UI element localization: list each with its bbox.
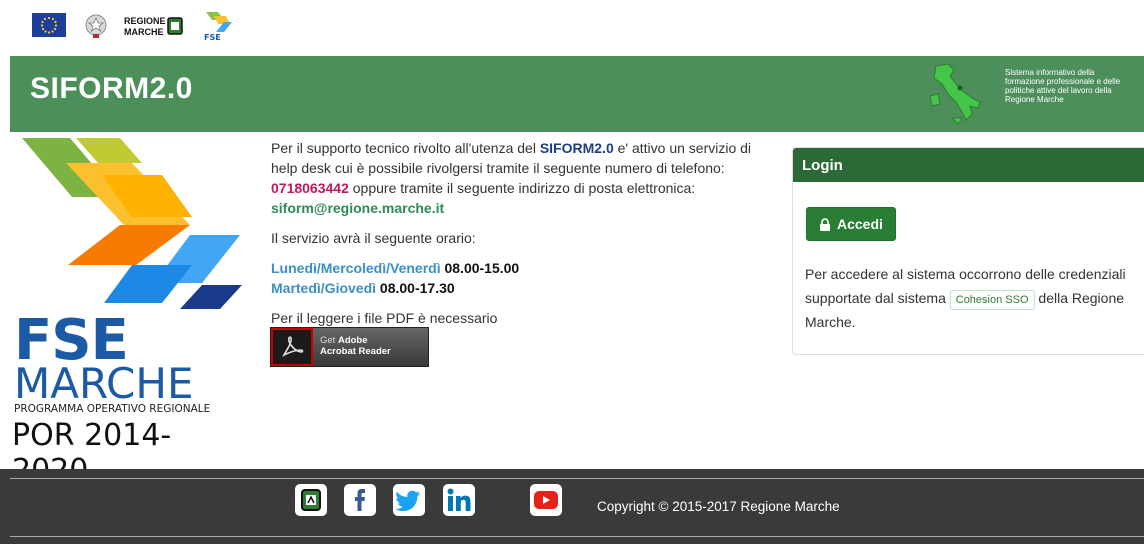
svg-text:MARCHE: MARCHE	[124, 27, 164, 37]
login-description: Per accedere al sistema occorrono delle …	[805, 266, 1126, 330]
helpdesk-paragraph: Per il supporto tecnico rivolto all'uten…	[271, 140, 752, 216]
get-adobe-reader-button[interactable]: Get Adobe Acrobat Reader	[270, 327, 429, 367]
adobe-badge-text: Get Adobe Acrobat Reader	[320, 335, 391, 357]
partner-logos: REGIONE MARCHE FSE	[0, 0, 1144, 56]
header-description: Sistema informativo della formazione pro…	[1005, 68, 1121, 104]
helpdesk-phone: 0718063442	[271, 180, 349, 196]
schedule-intro: Il servizio avrà il seguente orario:	[271, 230, 476, 246]
footer-divider-bottom	[10, 536, 1144, 537]
app-title: SIFORM2.0	[30, 72, 193, 105]
login-title: Login	[793, 148, 1144, 182]
footer: Copyright © 2015-2017 Regione Marche	[0, 469, 1144, 544]
youtube-icon[interactable]	[530, 484, 562, 516]
linkedin-icon[interactable]	[443, 484, 475, 516]
acrobat-icon	[271, 328, 313, 366]
schedule-hours-1: 08.00-15.00	[440, 260, 520, 276]
italian-republic-emblem	[84, 13, 108, 39]
fse-small-logo: FSE	[202, 10, 236, 46]
fse-logo-graphic	[22, 138, 242, 309]
header-banner: SIFORM2.0 Sistema informativo della form…	[10, 56, 1144, 132]
twitter-icon[interactable]	[393, 484, 425, 516]
regione-marche-social-icon[interactable]	[295, 484, 327, 516]
svg-text:REGIONE: REGIONE	[124, 16, 166, 26]
accedi-button[interactable]: Accedi	[806, 207, 896, 241]
footer-divider-top	[10, 478, 1144, 479]
schedule: Lunedì/Mercoledì/Venerdì 08.00-15.00 Mar…	[271, 258, 771, 298]
italy-map-icon	[922, 62, 984, 133]
svg-text:FSE: FSE	[204, 33, 221, 42]
lock-icon	[820, 218, 830, 231]
marche-word: MARCHE	[14, 359, 194, 408]
fse-marche-logo: FSE MARCHE PROGRAMMA OPERATIVO REGIONALE…	[12, 135, 242, 488]
schedule-hours-2: 08.00-17.30	[376, 280, 455, 296]
schedule-days-2: Martedì/Giovedì	[271, 280, 377, 296]
schedule-days-1: Lunedì/Mercoledì/Venerdì	[271, 260, 441, 276]
siform-brand: SIFORM2.0	[539, 140, 614, 156]
cohesion-sso-badge: Cohesion SSO	[949, 290, 1035, 310]
accedi-label: Accedi	[837, 216, 883, 232]
helpdesk-email-link[interactable]: siform@regione.marche.it	[271, 200, 444, 216]
copyright-text: Copyright © 2015-2017 Regione Marche	[597, 499, 840, 514]
pdf-note: Per il leggere i file PDF è necessario	[271, 310, 498, 326]
helpdesk-info: Per il supporto tecnico rivolto all'uten…	[271, 138, 771, 338]
eu-flag-logo	[32, 13, 66, 37]
regione-marche-logo: REGIONE MARCHE	[124, 14, 186, 38]
login-panel: Login Accedi Per accedere al sistema occ…	[792, 147, 1144, 355]
facebook-icon[interactable]	[344, 484, 376, 516]
programma-operativo-text: PROGRAMMA OPERATIVO REGIONALE	[14, 403, 211, 415]
eu-stars-icon	[40, 16, 58, 34]
